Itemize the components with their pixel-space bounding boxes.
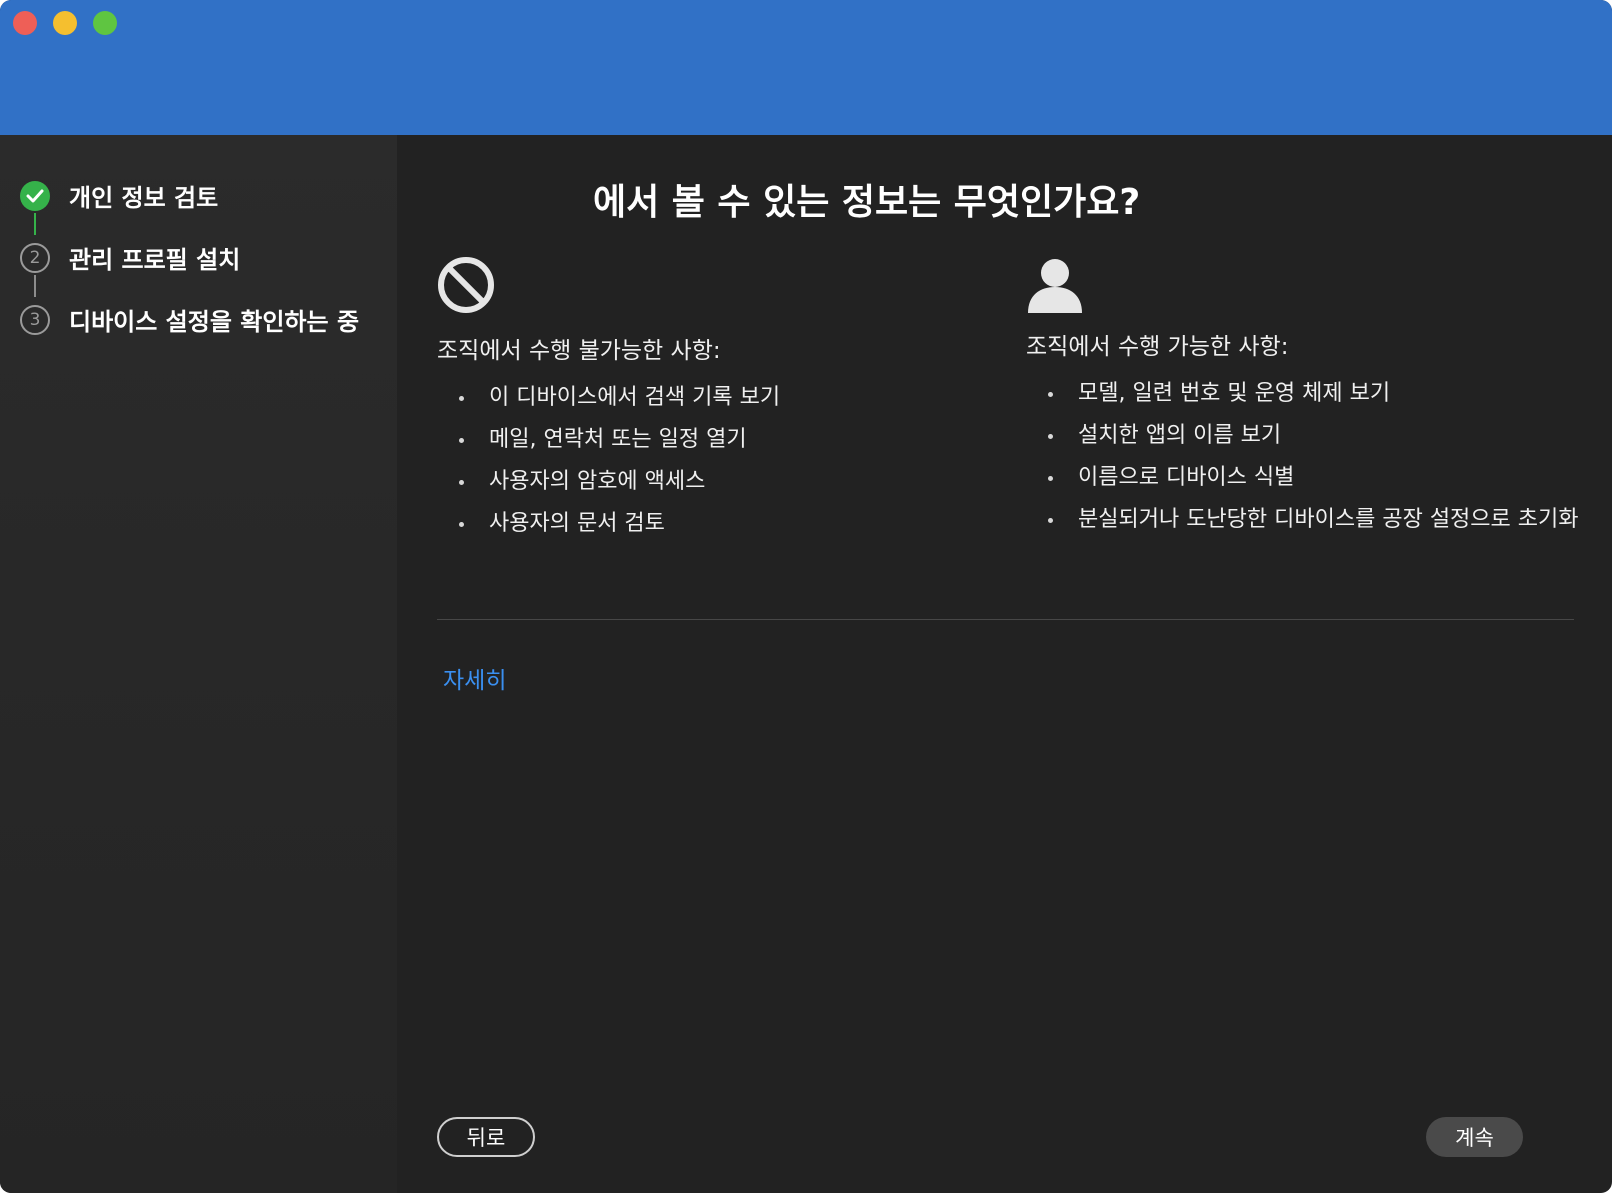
list-item: 이름으로 디바이스 식별 [1026, 463, 1588, 493]
step-label: 개인 정보 검토 [69, 184, 219, 212]
app-window: 개인 정보 검토 2 관리 프로필 설치 3 디바이스 설정을 확인하는 중 에… [0, 0, 1612, 1193]
can-do-title: 조직에서 수행 가능한 사항: [1026, 334, 1289, 360]
continue-button[interactable]: 계속 [1426, 1117, 1523, 1157]
list-item: 메일, 연락처 또는 일정 열기 [437, 425, 997, 455]
step-review-privacy: 개인 정보 검토 [20, 178, 218, 213]
minimize-window-button[interactable] [53, 11, 77, 35]
close-window-button[interactable] [13, 11, 37, 35]
step-label: 관리 프로필 설치 [69, 246, 241, 274]
can-do-list: 모델, 일련 번호 및 운영 체제 보기 설치한 앱의 이름 보기 이름으로 디… [1026, 379, 1586, 535]
step-number-badge: 3 [20, 304, 50, 335]
list-item: 분실되거나 도난당한 디바이스를 공장 설정으로 초기화 [1026, 505, 1588, 535]
steps-sidebar: 개인 정보 검토 2 관리 프로필 설치 3 디바이스 설정을 확인하는 중 [0, 135, 397, 1193]
section-divider [437, 619, 1574, 620]
maximize-window-button[interactable] [93, 11, 117, 35]
main-content: 에서 볼 수 있는 정보는 무엇인가요? 조직에서 수행 불가능한 사항: 이 … [397, 135, 1612, 1193]
step-check-device-settings: 3 디바이스 설정을 확인하는 중 [20, 302, 359, 337]
step-label: 디바이스 설정을 확인하는 중 [69, 308, 360, 336]
checkmark-icon [20, 180, 50, 211]
list-item: 사용자의 암호에 액세스 [437, 467, 997, 497]
learn-more-link[interactable]: 자세히 [443, 661, 506, 695]
back-button[interactable]: 뒤로 [437, 1117, 535, 1157]
cannot-do-section: 조직에서 수행 불가능한 사항: 이 디바이스에서 검색 기록 보기 메일, 연… [437, 255, 997, 551]
cannot-do-title: 조직에서 수행 불가능한 사항: [437, 338, 721, 364]
list-item: 이 디바이스에서 검색 기록 보기 [437, 383, 997, 413]
cannot-do-list: 이 디바이스에서 검색 기록 보기 메일, 연락처 또는 일정 열기 사용자의 … [437, 383, 997, 539]
title-bar [0, 0, 1612, 135]
page-title: 에서 볼 수 있는 정보는 무엇인가요? [593, 182, 1141, 223]
person-icon [1026, 255, 1086, 317]
list-item: 설치한 앱의 이름 보기 [1026, 421, 1588, 451]
step-number-badge: 2 [20, 242, 50, 273]
list-item: 모델, 일련 번호 및 운영 체제 보기 [1026, 379, 1588, 409]
step-connector [34, 213, 36, 235]
prohibited-icon [437, 255, 497, 317]
can-do-section: 조직에서 수행 가능한 사항: 모델, 일련 번호 및 운영 체제 보기 설치한… [1026, 255, 1586, 547]
step-install-profile: 2 관리 프로필 설치 [20, 240, 240, 275]
step-connector [34, 275, 36, 297]
list-item: 사용자의 문서 검토 [437, 509, 997, 539]
